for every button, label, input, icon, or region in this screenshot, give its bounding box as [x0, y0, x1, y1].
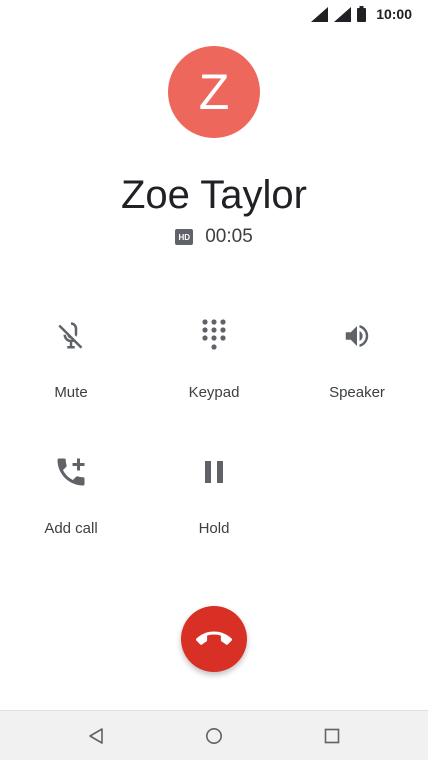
keypad-label: Keypad — [188, 384, 240, 401]
call-end-icon — [196, 631, 232, 645]
status-icons: 10:00 — [311, 5, 412, 23]
pause-icon — [205, 461, 223, 483]
caller-name: Zoe Taylor — [120, 173, 307, 217]
call-timer: 00:05 — [205, 226, 253, 247]
home-button[interactable] — [204, 726, 224, 746]
mute-label: Mute — [54, 384, 88, 401]
mic-off-icon — [58, 322, 83, 349]
end-call-button[interactable] — [181, 606, 247, 672]
add-call-icon — [57, 458, 85, 486]
signal-icon — [311, 6, 329, 22]
avatar: Z — [168, 46, 260, 138]
add-call-label: Add call — [44, 520, 98, 537]
navigation-bar — [0, 710, 428, 760]
avatar-initial: Z — [198, 64, 230, 120]
call-meta: HD 00:05 — [0, 226, 428, 248]
back-button[interactable] — [86, 726, 106, 746]
back-icon — [89, 728, 103, 744]
battery-icon — [357, 6, 367, 22]
recents-icon — [324, 728, 340, 744]
mute-button[interactable]: Mute — [0, 316, 142, 402]
hd-badge: HD — [175, 229, 194, 245]
status-bar: 10:00 — [0, 0, 428, 28]
hold-label: Hold — [198, 520, 230, 537]
volume-icon — [345, 325, 369, 347]
recents-button[interactable] — [322, 726, 342, 746]
signal-icon — [334, 6, 352, 22]
keypad-button[interactable]: Keypad — [143, 316, 285, 402]
hold-button[interactable]: Hold — [143, 452, 285, 538]
status-time: 10:00 — [376, 6, 412, 22]
dialpad-icon — [202, 319, 226, 350]
home-icon — [206, 728, 222, 744]
speaker-button[interactable]: Speaker — [286, 316, 428, 402]
add-call-button[interactable]: Add call — [0, 452, 142, 538]
speaker-label: Speaker — [329, 384, 385, 401]
